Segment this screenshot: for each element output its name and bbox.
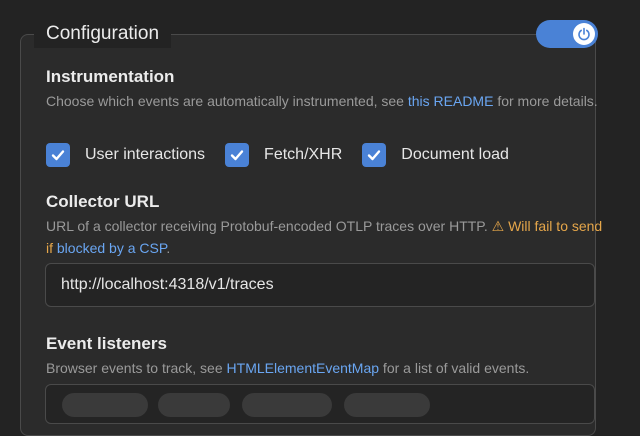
readme-link[interactable]: this README [408, 93, 494, 109]
configuration-legend: Configuration [34, 20, 172, 48]
collector-url-title: Collector URL [46, 192, 160, 211]
event-map-link[interactable]: HTMLElementEventMap [227, 360, 380, 376]
user-interactions-label: User interactions [85, 146, 206, 163]
fetch-xhr-checkbox[interactable]: Fetch/XHR [225, 143, 342, 167]
document-load-label: Document load [401, 146, 509, 163]
checkmark-icon [46, 143, 70, 167]
collector-desc-tail: . [166, 240, 171, 256]
power-icon [573, 23, 595, 45]
user-interactions-checkbox[interactable]: User interactions [46, 143, 205, 167]
instrumentation-options: User interactions Fetch/XHR Document loa… [46, 142, 529, 168]
event-listeners-input[interactable] [45, 384, 595, 424]
event-chip[interactable] [158, 393, 230, 417]
collector-desc-text: URL of a collector receiving Protobuf-en… [46, 218, 492, 234]
listeners-desc-tail: for a list of valid events. [379, 360, 530, 376]
event-listeners-title: Event listeners [46, 334, 167, 353]
collector-url-input[interactable] [45, 263, 595, 307]
event-chip[interactable] [62, 393, 148, 417]
document-load-checkbox[interactable]: Document load [362, 143, 509, 167]
csp-link[interactable]: blocked by a CSP [57, 240, 166, 256]
event-chip[interactable] [242, 393, 332, 417]
instrumentation-desc-tail: for more details. [493, 93, 598, 109]
checkmark-icon [362, 143, 387, 167]
listeners-desc-text: Browser events to track, see [46, 360, 227, 376]
event-listeners-description: Browser events to track, see HTMLElement… [46, 357, 606, 379]
checkmark-icon [225, 143, 250, 167]
enable-toggle[interactable] [536, 20, 598, 48]
instrumentation-title: Instrumentation [46, 67, 175, 86]
fetch-xhr-label: Fetch/XHR [264, 146, 343, 163]
instrumentation-desc-text: Choose which events are automatically in… [46, 93, 408, 109]
collector-url-description: URL of a collector receiving Protobuf-en… [46, 215, 606, 259]
instrumentation-description: Choose which events are automatically in… [46, 90, 606, 112]
warning-icon: ⚠ [491, 218, 505, 234]
event-chip[interactable] [344, 393, 430, 417]
